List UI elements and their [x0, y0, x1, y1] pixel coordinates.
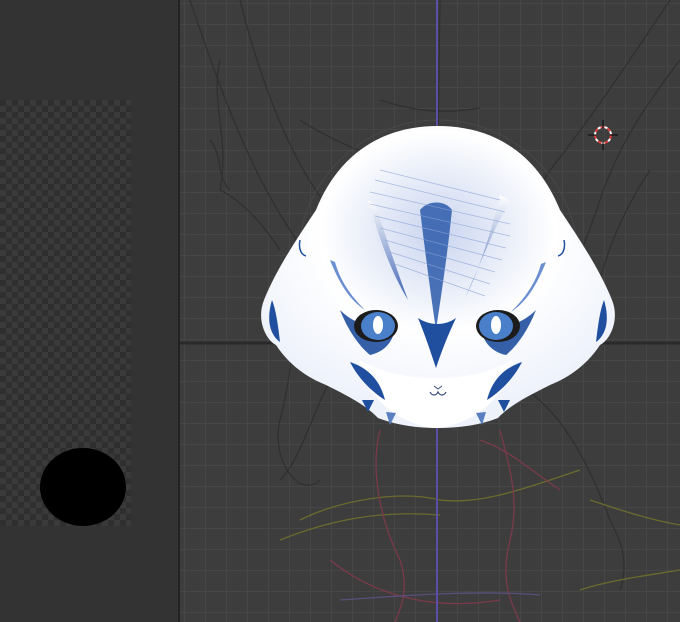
left-eye [354, 310, 398, 342]
brush-dot [40, 448, 126, 526]
right-eye [476, 310, 520, 342]
3d-viewport[interactable] [180, 0, 680, 622]
3d-cursor-icon[interactable] [588, 120, 618, 150]
image-preview-panel[interactable] [0, 0, 178, 622]
character-head[interactable] [261, 126, 615, 428]
body-lines [279, 429, 680, 622]
viewport-canvas [180, 0, 680, 622]
blender-editor [0, 0, 680, 622]
